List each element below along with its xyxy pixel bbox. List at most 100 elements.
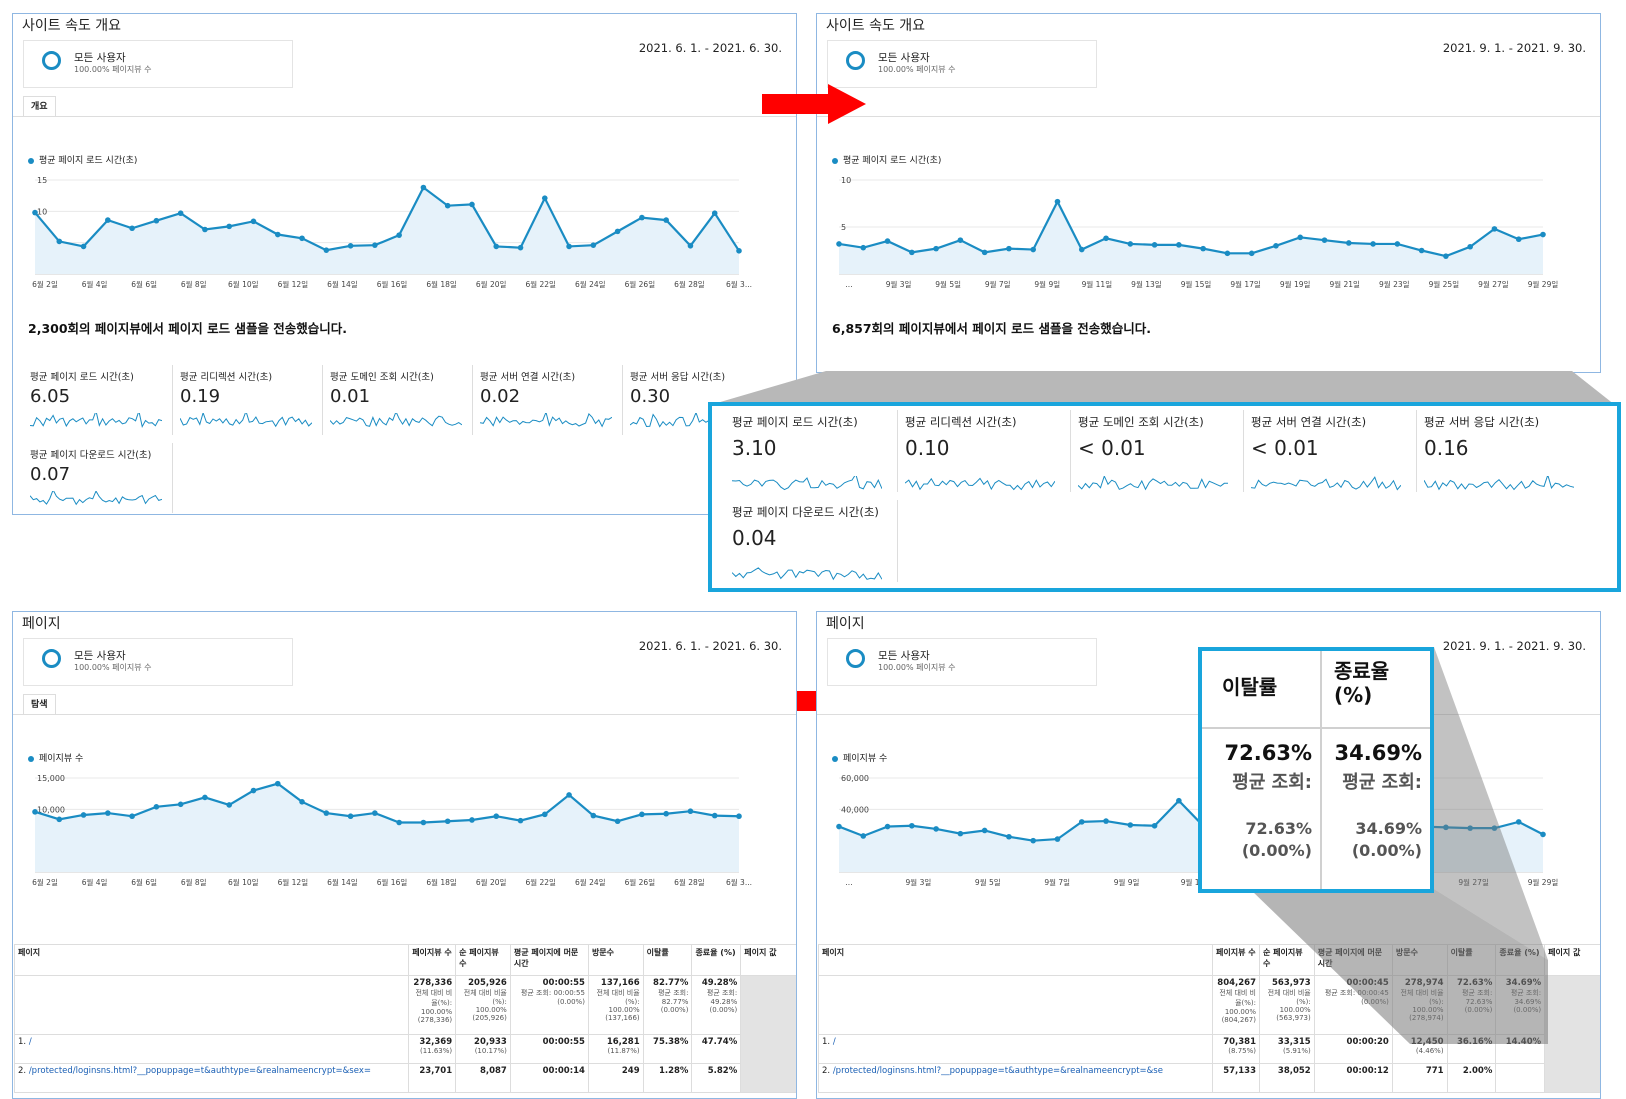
cell-value: 75.38% [653,1037,689,1047]
data-point [274,780,281,787]
data-point [836,241,842,247]
totals-value: 72.63% [1456,978,1493,988]
y-tick-label: 10 [37,207,47,216]
metric-tile[interactable]: 평균 서버 연결 시간(초) 0.02 [480,369,620,429]
sparkline [732,476,882,491]
metric-divider [1416,410,1417,492]
x-tick-label: 9월 17일 [1230,279,1261,289]
row-number: 1. [822,1037,833,1047]
data-point [299,235,305,242]
metric-tile[interactable]: 평균 리디렉션 시간(초) 0.19 [180,369,320,429]
cell-value: 33,315 [1277,1037,1311,1047]
data-point [493,813,500,820]
data-cell: 20,933 (10.17%) [455,1034,511,1064]
metric-tile[interactable]: 평균 리디렉션 시간(초) 0.10 [905,414,1063,492]
exit-rate-header[interactable]: 종료율 (%) [1334,659,1422,707]
sparkline [1078,476,1228,491]
x-tick-label: 6월 14일 [327,279,358,289]
page-path-link[interactable]: /protected/loginsns.html?__popuppage=t&a… [833,1066,1163,1076]
data-point [566,243,572,250]
data-point [1345,240,1352,246]
cell-value: 70,381 [1223,1037,1256,1047]
data-point [202,794,208,801]
data-point [884,823,891,830]
column-header[interactable]: 평균 페이지에 머문 시간 [1313,944,1393,976]
cell-sub: (8.75%) [1228,1047,1256,1055]
data-point [129,225,135,232]
data-point [1418,247,1425,254]
metric-tile[interactable]: 평균 도메인 조회 시간(초) 0.01 [330,369,470,429]
metric-tile[interactable]: 평균 서버 연결 시간(초) < 0.01 [1251,414,1409,492]
x-tick-label: 6월 28일 [674,877,705,887]
totals-value: 563,973 [1272,978,1311,988]
column-header[interactable]: 이탈률 [1446,944,1497,976]
page-path-link[interactable]: / [29,1037,32,1047]
totals-sub: 전체 대비 비율(%): 100.00% (563,973) [1267,989,1311,1022]
metric-divider [172,443,173,513]
column-header[interactable]: 페이지 값 [740,944,796,976]
data-point [1078,246,1085,253]
column-header[interactable]: 종료율 (%) [1495,944,1546,976]
data-point [1540,231,1546,238]
page-path-cell: 1. / [817,1034,1214,1064]
column-header[interactable]: 페이지뷰 수 [1212,944,1260,976]
data-point [1515,236,1522,243]
totals-sub: 평균 조회: 00:00:55 (0.00%) [520,989,585,1006]
totals-cell: 34.69% 평균 조회: 34.69% (0.00%) [1495,975,1546,1035]
data-point [590,812,597,819]
column-header[interactable]: 종료율 (%) [691,944,742,976]
table-row[interactable]: 2. /protected/loginsns.html?__popuppage=… [13,1063,797,1093]
column-header[interactable]: 페이지 [817,944,1214,976]
column-header[interactable]: 페이지 [13,944,410,976]
data-point [687,808,694,815]
column-header[interactable]: 순 페이지뷰 수 [1259,944,1315,976]
sparkline-path [1424,476,1574,491]
page-path-link[interactable]: /protected/loginsns.html?__popuppage=t&a… [29,1066,371,1076]
totals-label-cell [817,975,1214,1035]
metric-value: 0.19 [180,386,221,407]
data-point [56,816,63,823]
table-row[interactable]: 1. /32,369 (11.63%) 20,933 (10.17%) 00:00:55… [13,1034,797,1064]
page-path-link[interactable]: / [833,1037,836,1047]
bounce-rate-header[interactable]: 이탈률 [1222,671,1277,700]
data-cell: 38,052 [1259,1063,1315,1093]
data-point [396,232,402,238]
metric-tile[interactable]: 평균 도메인 조회 시간(초) < 0.01 [1078,414,1236,492]
metric-divider [897,410,898,492]
page-path-cell: 1. / [13,1034,410,1064]
x-tick-label: 9월 13일 [1131,279,1162,289]
data-point [884,238,891,244]
column-header[interactable]: 페이지 값 [1544,944,1600,976]
metric-tile[interactable]: 평균 페이지 로드 시간(초) 6.05 [30,369,170,429]
metric-tile[interactable]: 평균 페이지 다운로드 시간(초) 0.04 [732,504,890,582]
data-point [1248,250,1255,257]
column-header[interactable]: 페이지뷰 수 [408,944,457,976]
column-header[interactable]: 방문수 [587,944,644,976]
bounce-rate-avg-value: 72.63% [1245,819,1312,838]
metric-tile[interactable]: 평균 페이지 다운로드 시간(초) 0.07 [30,447,170,507]
column-header[interactable]: 순 페이지뷰 수 [455,944,511,976]
metric-tile[interactable]: 평균 페이지 로드 시간(초) 3.10 [732,414,890,492]
line-chart[interactable]: 10 5... 9월 3일 9월 5일 9월 7일 9월 9일 9월 11일 9월 13일 9월… [817,14,1601,314]
table-row[interactable]: 2. /protected/loginsns.html?__popuppage=… [817,1063,1601,1093]
line-chart[interactable]: 151056월 2일6월 4일6월 6일6월 8일6월 10일6월 12일6월 … [13,14,797,314]
table-row[interactable]: 1. /70,381 (8.75%) 33,315 (5.91%) 00:00:20 12… [817,1034,1601,1064]
column-header[interactable]: 이탈률 [642,944,693,976]
metric-label: 평균 페이지 로드 시간(초) [30,372,134,383]
metric-value: 6.05 [30,386,71,407]
x-tick-label: 6월 8일 [181,279,207,289]
x-tick-label: ... [845,280,852,289]
metric-tile[interactable]: 평균 서버 응답 시간(초) 0.16 [1424,414,1582,492]
column-header[interactable]: 방문수 [1391,944,1448,976]
data-point [177,801,184,808]
x-tick-label: 9월 23일 [1379,279,1410,289]
data-point [1054,836,1061,842]
data-point [1103,235,1109,242]
metric-label: 평균 서버 연결 시간(초) [1251,415,1367,429]
line-chart[interactable]: 15,00010,0005,0006월 2일6월 4일6월 6일6월 8일6월 … [13,612,797,912]
totals-sub: 전체 대비 비율(%): 100.00% (137,166) [596,989,640,1022]
cell-value: 16,281 [606,1037,640,1047]
column-header[interactable]: 평균 페이지에 머문 시간 [509,944,589,976]
totals-value: 00:00:55 [542,978,585,988]
data-cell: 00:00:14 [509,1063,589,1093]
